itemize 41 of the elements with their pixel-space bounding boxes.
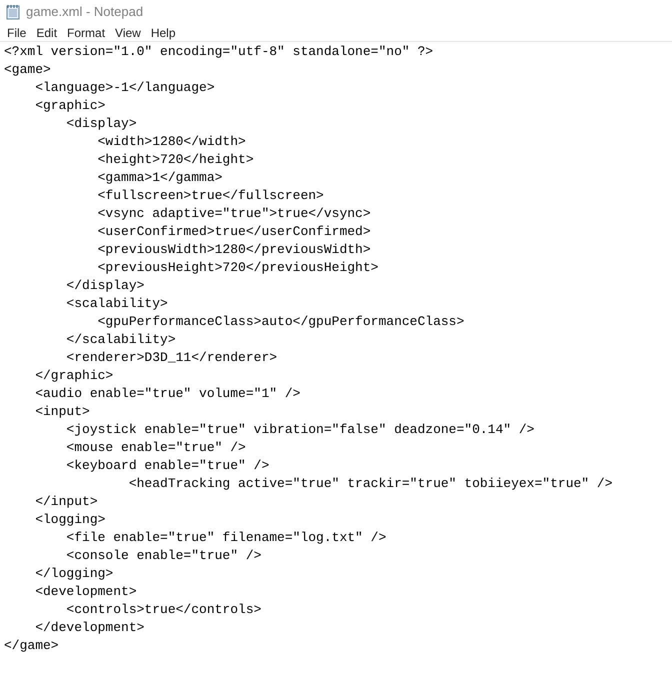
code-line: <userConfirmed>true</userConfirmed> <box>96 223 371 241</box>
code-line: </scalability> <box>65 331 176 349</box>
code-line: </graphic> <box>34 367 114 385</box>
notepad-icon <box>6 4 20 20</box>
menu-item[interactable]: Help <box>146 24 181 42</box>
code-line: <file enable="true" filename="log.txt" /> <box>65 529 386 547</box>
code-line: <?xml version="1.0" encoding="utf-8" standalone="no" ?> <box>4 43 434 61</box>
code-line: <fullscreen>true</fullscreen> <box>96 187 324 205</box>
code-line: <width>1280</width> <box>96 133 246 151</box>
code-line: <gamma>1</gamma> <box>96 169 222 187</box>
code-line: <development> <box>34 583 137 601</box>
code-line: <display> <box>65 115 137 133</box>
code-line: <vsync adaptive="true">true</vsync> <box>96 205 371 223</box>
code-line: <graphic> <box>34 97 106 115</box>
code-line: <mouse enable="true" /> <box>65 439 246 457</box>
code-line: <audio enable="true" volume="1" /> <box>34 385 300 403</box>
code-line: <console enable="true" /> <box>65 547 262 565</box>
code-line: <headTracking active="true" trackir="true" tobiieyex="true" /> <box>128 475 612 493</box>
window-title: game.xml - Notepad <box>26 3 144 22</box>
code-line: </logging> <box>34 565 114 583</box>
code-line: <keyboard enable="true" /> <box>65 457 270 475</box>
code-line: <previousWidth>1280</previousWidth> <box>96 241 371 259</box>
code-line: <joystick enable="true" vibration="false" deadzone="0.14" /> <box>65 421 534 439</box>
code-line: </display> <box>65 277 144 295</box>
code-line: <renderer>D3D_11</renderer> <box>65 349 278 367</box>
code-line: <language>-1</language> <box>34 79 215 97</box>
menu-item[interactable]: File <box>2 24 32 42</box>
code-line: <previousHeight>720</previousHeight> <box>96 259 378 277</box>
code-line: </development> <box>34 619 144 637</box>
code-line: <logging> <box>34 511 106 529</box>
code-line: <controls>true</controls> <box>65 601 262 619</box>
code-line: <input> <box>34 403 90 421</box>
code-line: <gpuPerformanceClass>auto</gpuPerformanceClass> <box>96 313 464 331</box>
code-line: </input> <box>34 493 98 511</box>
menu-item[interactable]: Edit <box>31 24 62 42</box>
code-line: <scalability> <box>65 295 168 313</box>
code-line: <game> <box>4 61 51 79</box>
menu-item[interactable]: View <box>110 24 146 42</box>
menu-item[interactable]: Format <box>62 24 110 42</box>
code-line: </game> <box>4 637 59 655</box>
code-line: <height>720</height> <box>96 151 254 169</box>
